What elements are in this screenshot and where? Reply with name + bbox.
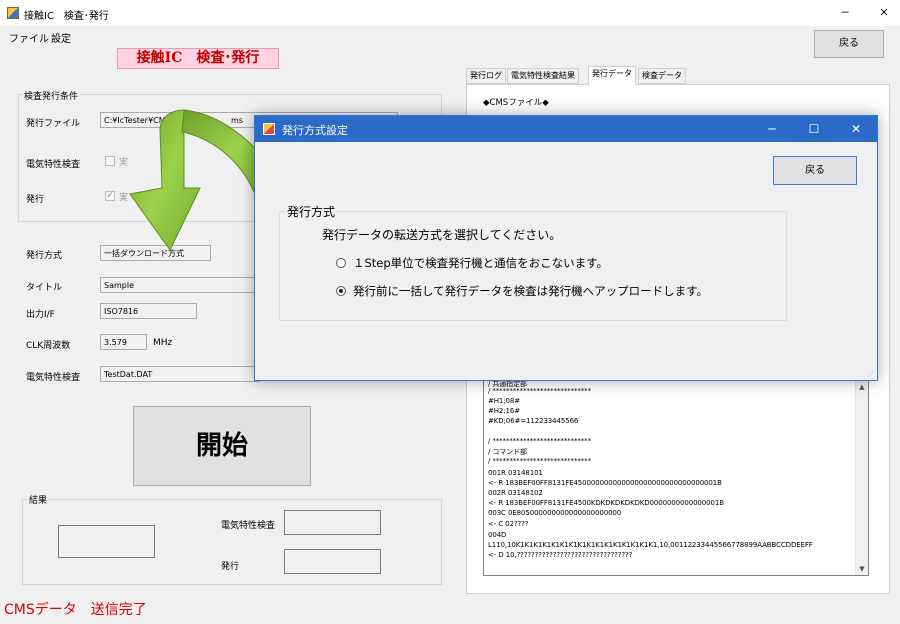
log-line: L110,10K1K1K1K1K1K1K1K1K1K1K1K1K1K1K1K1,… xyxy=(488,541,813,549)
status-text: CMSデータ 送信完了 xyxy=(4,602,147,618)
dialog-title: 発行方式設定 xyxy=(282,124,348,137)
option-bulk-radio[interactable] xyxy=(336,286,346,296)
minimize-button[interactable]: ─ xyxy=(822,0,868,26)
log-line: <- C 02???? xyxy=(488,520,529,528)
issue-method-dialog[interactable]: 発行方式設定 ─ ☐ ✕ 戻る 発行方式 発行データの転送方式を選択してください… xyxy=(254,115,878,381)
app-icon xyxy=(7,7,19,19)
output-field[interactable]: ISO7816 xyxy=(100,303,197,319)
log-line: <- R 183BEF00FF8131FE4500KDKDKDKDKDKD000… xyxy=(488,499,724,507)
tab-elec-result[interactable]: 電気特性検査結果 xyxy=(507,68,579,84)
conditions-group-label: 検査発行条件 xyxy=(22,89,81,102)
result-issue-box xyxy=(284,549,381,574)
close-button[interactable]: ✕ xyxy=(868,0,900,26)
option-step-label[interactable]: １Step単位で検査発行機と通信をおこないます。 xyxy=(353,255,608,271)
log-line: 003C 0E805000000000000000000000 xyxy=(488,509,622,517)
option-bulk-label[interactable]: 発行前に一括して発行データを検査は発行機へアップロードします。 xyxy=(353,283,708,299)
method-instruction: 発行データの転送方式を選択してください。 xyxy=(322,228,562,242)
chevron-down-icon[interactable]: ▼ xyxy=(856,563,868,575)
cms-file-header: ◆CMSファイル◆ xyxy=(483,98,549,108)
tab-issue-log[interactable]: 発行ログ xyxy=(466,68,506,84)
resize-grip-icon[interactable]: ⋰ xyxy=(867,370,875,378)
result-elec-box xyxy=(284,510,381,535)
method-group-label: 発行方式 xyxy=(285,203,338,220)
issue-label: 発行 xyxy=(26,195,45,205)
log-line: 001R 03148101 xyxy=(488,469,543,477)
elec-setting-field[interactable]: TestDat.DAT xyxy=(100,366,260,382)
log-line: / コマンド部 xyxy=(488,448,527,456)
method-label: 発行方式 xyxy=(26,251,63,261)
output-label: 出力I/F xyxy=(26,310,55,320)
title-field[interactable]: Sample xyxy=(100,277,260,293)
menu-file[interactable]: ファイル xyxy=(9,30,49,45)
start-button[interactable]: 開始 xyxy=(133,406,311,486)
log-line: <- R 183BEF00FF8131FE4500000000000000000… xyxy=(488,479,722,487)
log-line: #H2;16# xyxy=(488,407,521,415)
log-line: #H1;08# xyxy=(488,397,521,405)
issue-file-label: 発行ファイル xyxy=(26,119,81,129)
window-title: 接触IC 検査･発行 xyxy=(24,11,109,22)
clk-label: CLK周波数 xyxy=(26,341,71,351)
chevron-up-icon[interactable]: ▲ xyxy=(856,381,868,393)
result-issue-label: 発行 xyxy=(221,562,240,572)
log-line: 002R 03148102 xyxy=(488,489,543,497)
log-line: 004D xyxy=(488,531,507,539)
clk-field[interactable]: 3.579 xyxy=(100,334,147,350)
log-line: / ***************************** xyxy=(488,437,591,445)
back-button[interactable]: 戻る xyxy=(814,30,884,58)
dialog-close-button[interactable]: ✕ xyxy=(835,116,877,142)
option-step-radio[interactable] xyxy=(336,258,346,268)
log-scrollbar[interactable]: ▲ ▼ xyxy=(855,381,868,575)
elec-setting-label: 電気特性検査 xyxy=(26,373,81,383)
dialog-maximize-button[interactable]: ☐ xyxy=(793,116,835,142)
log-line: / ***************************** xyxy=(488,387,591,395)
dialog-app-icon xyxy=(263,123,275,135)
log-line: #KD;06#=112233445566 xyxy=(488,417,579,425)
result-group-label: 結果 xyxy=(27,493,50,506)
cms-log-textbox[interactable]: / 共通指定部 / ***************************** … xyxy=(483,380,869,576)
main-title-bar[interactable] xyxy=(0,0,900,26)
tab-test-data[interactable]: 検査データ xyxy=(638,68,686,84)
menu-settings[interactable]: 設定 xyxy=(51,30,71,45)
clk-unit: MHz xyxy=(153,338,173,348)
tab-issue-data[interactable]: 発行データ xyxy=(588,66,636,85)
log-line: / ***************************** xyxy=(488,457,591,465)
dialog-back-button[interactable]: 戻る xyxy=(773,156,857,185)
page-title: 接触IC 検査･発行 xyxy=(117,48,279,69)
menu-bar xyxy=(0,26,900,46)
log-line: <- D 10,???????????????????????????????? xyxy=(488,551,633,559)
elec-test-label: 電気特性検査 xyxy=(26,160,81,170)
dialog-minimize-button[interactable]: ─ xyxy=(751,116,793,142)
result-summary-box xyxy=(58,525,155,558)
result-elec-label: 電気特性検査 xyxy=(221,521,276,531)
title-label: タイトル xyxy=(26,283,63,293)
